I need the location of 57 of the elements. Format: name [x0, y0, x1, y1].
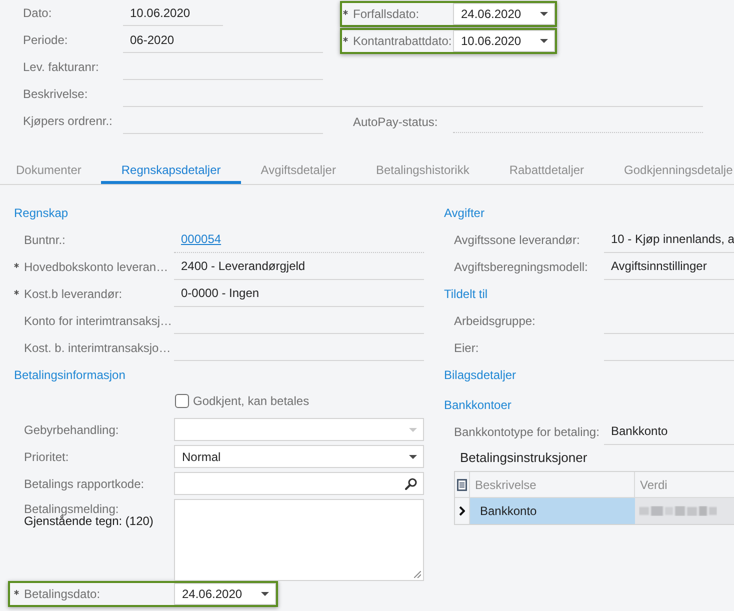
date-picker[interactable]: 10.06.2020: [453, 30, 555, 52]
caret-down-icon[interactable]: [540, 39, 548, 43]
field-label: Kost. b. interimtransaksjo…: [24, 340, 171, 356]
field-label: Buntnr.:: [24, 232, 66, 248]
tab[interactable]: Regnskapsdetaljer: [101, 158, 241, 184]
text-field[interactable]: 06-2020: [123, 27, 323, 53]
field-label: Konto for interimtransaksj…: [24, 312, 172, 330]
record-link[interactable]: 000054: [181, 230, 222, 248]
search-icon[interactable]: [405, 478, 417, 490]
date-picker[interactable]: 24.06.2020: [453, 3, 555, 25]
checkbox-label: Godkjent, kan betales: [193, 393, 310, 410]
resize-grip-icon[interactable]: [414, 571, 421, 578]
field-label: Arbeidsgruppe:: [454, 312, 536, 330]
field-label: Lev. fakturanr:: [23, 59, 100, 76]
remaining-characters-hint: Gjenstående tegn: (120): [24, 515, 154, 527]
caret-down-icon[interactable]: [409, 454, 417, 458]
field-label: Kontantrabattdato:: [353, 33, 453, 50]
text-area[interactable]: [174, 499, 424, 581]
lookup-field[interactable]: [174, 472, 424, 495]
field-label: Beskrivelse:: [23, 86, 89, 103]
field-label: Hovedbokskonto leveran…: [24, 258, 168, 276]
field-label: Avgiftssone leverandør:: [454, 232, 580, 248]
date-picker[interactable]: 24.06.2020: [174, 583, 276, 605]
text-field[interactable]: 2400 - Leverandørgjeld: [174, 253, 424, 280]
section-title: Tildelt til: [444, 286, 488, 302]
field-label: Periode:: [23, 32, 69, 49]
text-field[interactable]: 10 - Kjøp innenlands, a: [604, 226, 734, 253]
checkbox[interactable]: [175, 394, 189, 408]
field-label: Bankkontotype for betaling:: [454, 424, 600, 440]
field-label: Forfallsdato:: [353, 6, 420, 23]
grid-title: Betalingsinstruksjoner: [459, 449, 588, 468]
blurred-value-icon: [639, 506, 717, 516]
text-field[interactable]: 10.06.2020: [123, 0, 223, 26]
section-title: Bilagsdetaljer: [444, 366, 516, 384]
field-label: Betalings rapportkode:: [24, 476, 144, 492]
section-title: Avgifter: [444, 204, 484, 222]
list-icon[interactable]: [457, 478, 467, 490]
text-field[interactable]: 0-0000 - Ingen: [174, 280, 424, 307]
field-label: Avgiftsberegningsmodell:: [454, 258, 588, 276]
section-title: Regnskap: [14, 204, 68, 222]
field-label: Betalingsdato:: [24, 586, 100, 603]
table-cell: Bankkonto: [470, 498, 635, 524]
field-label: Kost.b leverandør:: [24, 286, 122, 302]
text-field[interactable]: Bankkonto: [604, 418, 734, 445]
field-label: Dato:: [23, 5, 53, 22]
field-label: Kjøpers ordrenr.:: [23, 113, 114, 130]
section-title: Betalingsinformasjon: [14, 366, 126, 384]
field-label: Gebyrbehandling:: [24, 422, 119, 438]
caret-down-icon[interactable]: [540, 12, 548, 16]
field-label: AutoPay-status:: [353, 114, 439, 131]
caret-down-icon[interactable]: [261, 592, 269, 596]
field-label: Prioritet:: [24, 448, 69, 466]
field-label: Betalingsmelding:: [24, 503, 120, 515]
dropdown[interactable]: Normal: [174, 445, 424, 468]
text-field[interactable]: Avgiftsinnstillinger: [604, 253, 734, 280]
field-label: Eier:: [454, 340, 479, 356]
section-title: Bankkontoer: [444, 396, 512, 414]
